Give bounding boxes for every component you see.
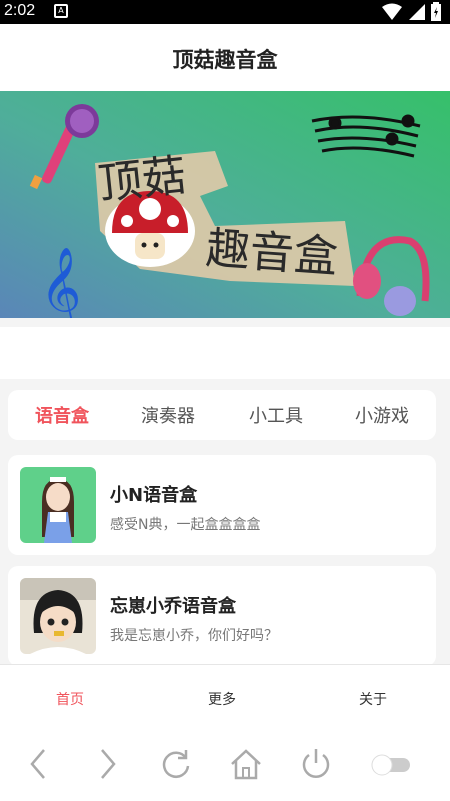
bottom-navigation: 首页 更多 关于	[0, 664, 450, 728]
power-icon[interactable]	[298, 746, 334, 782]
tab-games[interactable]: 小游戏	[342, 402, 422, 428]
home-icon[interactable]	[228, 746, 264, 782]
status-bar: 2:02 A	[0, 0, 450, 24]
list-item[interactable]: 忘崽小乔语音盒 我是忘崽小乔，你们好吗？	[8, 566, 436, 666]
a-icon: A	[54, 4, 68, 18]
tab-player[interactable]: 演奏器	[128, 402, 208, 428]
status-time: 2:02	[4, 2, 36, 19]
category-tabs: 语音盒 演奏器 小工具 小游戏	[8, 390, 436, 440]
banner-title-line1: 顶菇	[96, 150, 189, 210]
treble-clef-icon: 𝄞	[40, 246, 81, 318]
refresh-icon[interactable]	[158, 746, 194, 782]
signal-icon	[409, 4, 425, 20]
tab-voice-box[interactable]: 语音盒	[22, 402, 102, 428]
wifi-icon	[382, 3, 402, 20]
back-icon[interactable]	[24, 746, 54, 782]
banner-spacer	[0, 327, 450, 379]
toggle-switch[interactable]	[368, 746, 416, 782]
svg-text:𝄞: 𝄞	[40, 246, 81, 318]
nav-about[interactable]: 关于	[333, 689, 413, 709]
nav-home[interactable]: 首页	[30, 689, 110, 709]
card-thumbnail	[20, 578, 96, 654]
forward-icon[interactable]	[92, 746, 122, 782]
list-item[interactable]: 小N语音盒 感受N典，一起盒盒盒盒	[8, 455, 436, 555]
battery-icon	[431, 2, 441, 21]
system-control-bar	[0, 728, 450, 801]
banner-title-line2: 趣音盒	[204, 223, 339, 283]
card-description: 我是忘崽小乔，你们好吗？	[110, 628, 278, 644]
banner-image[interactable]: 顶菇 趣音盒 𝄞	[0, 91, 450, 318]
card-description: 感受N典，一起盒盒盒盒	[110, 517, 261, 533]
nav-more[interactable]: 更多	[182, 689, 262, 709]
card-title: 忘崽小乔语音盒	[110, 596, 236, 617]
page-title: 顶菇趣音盒	[172, 48, 278, 72]
title-bar: 顶菇趣音盒	[0, 24, 450, 91]
card-thumbnail	[20, 467, 96, 543]
card-title: 小N语音盒	[110, 485, 198, 506]
tab-tools[interactable]: 小工具	[236, 402, 316, 428]
